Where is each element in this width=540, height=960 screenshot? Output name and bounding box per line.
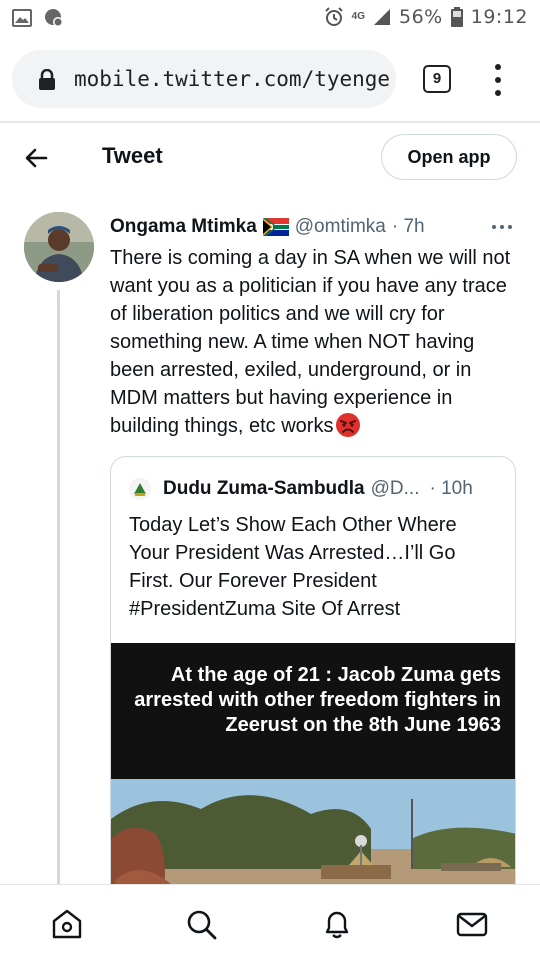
quoted-author-avatar[interactable] bbox=[129, 478, 151, 500]
network-type: 4G bbox=[351, 11, 365, 22]
messages-icon[interactable] bbox=[455, 907, 489, 941]
open-app-button[interactable]: Open app bbox=[381, 134, 517, 180]
tweet-time[interactable]: · 7h bbox=[392, 216, 425, 238]
tab-switcher-button[interactable]: 9 bbox=[423, 65, 451, 93]
battery-icon bbox=[450, 7, 463, 27]
quoted-tweet-time: · 10h bbox=[429, 478, 473, 499]
browser-menu-icon[interactable] bbox=[488, 62, 508, 98]
tweet-text: There is coming a day in SA when we will… bbox=[110, 247, 511, 437]
alarm-icon bbox=[324, 7, 343, 26]
quoted-tweet-text: Today Let’s Show Each Other Where Your P… bbox=[129, 514, 457, 620]
quoted-author-name: Dudu Zuma-Sambudla bbox=[163, 478, 365, 499]
page-title: Tweet bbox=[102, 143, 163, 168]
browser-toolbar: mobile.twitter.com/tyengeni1( 9 bbox=[0, 38, 540, 122]
tweet-body: There is coming a day in SA when we will… bbox=[110, 244, 520, 440]
tweet-author-row: Ongama Mtimka @omtimka · 7h bbox=[110, 214, 530, 240]
image-caption: At the age of 21 : Jacob Zuma gets arres… bbox=[117, 649, 515, 777]
avatar-photo bbox=[24, 212, 94, 282]
quoted-author-row: Dudu Zuma-Sambudla @D... · 10h bbox=[129, 475, 509, 503]
author-name[interactable]: Ongama Mtimka bbox=[110, 216, 257, 238]
app-notification-icon bbox=[45, 9, 63, 27]
signal-icon bbox=[374, 9, 390, 25]
quoted-tweet-card[interactable]: Dudu Zuma-Sambudla @D... · 10h Today Let… bbox=[110, 456, 516, 906]
author-avatar[interactable] bbox=[24, 212, 94, 282]
back-arrow-icon[interactable] bbox=[20, 143, 54, 173]
notifications-icon[interactable] bbox=[320, 907, 354, 941]
lock-icon bbox=[39, 69, 55, 90]
home-icon[interactable] bbox=[50, 907, 84, 941]
status-bar: 4G 56% 19:12 bbox=[0, 0, 540, 38]
bottom-navigation bbox=[0, 884, 540, 960]
gallery-notification-icon bbox=[12, 9, 32, 27]
more-options-icon[interactable] bbox=[492, 218, 514, 236]
clock: 19:12 bbox=[470, 6, 528, 28]
battery-percent: 56% bbox=[399, 6, 443, 28]
foundation-logo-icon bbox=[129, 478, 151, 500]
tweet-header: Tweet Open app bbox=[0, 123, 540, 193]
address-bar[interactable]: mobile.twitter.com/tyengeni1( bbox=[12, 50, 396, 108]
search-icon[interactable] bbox=[184, 907, 218, 941]
author-handle[interactable]: @omtimka bbox=[295, 216, 386, 238]
quoted-tweet-image[interactable]: At the age of 21 : Jacob Zuma gets arres… bbox=[111, 643, 515, 905]
south-africa-flag-icon bbox=[262, 218, 289, 236]
thread-line bbox=[57, 290, 60, 890]
angry-face-icon bbox=[336, 413, 361, 437]
url-text[interactable]: mobile.twitter.com/tyengeni1( bbox=[74, 64, 392, 94]
quoted-author-handle: @D... bbox=[370, 478, 420, 499]
